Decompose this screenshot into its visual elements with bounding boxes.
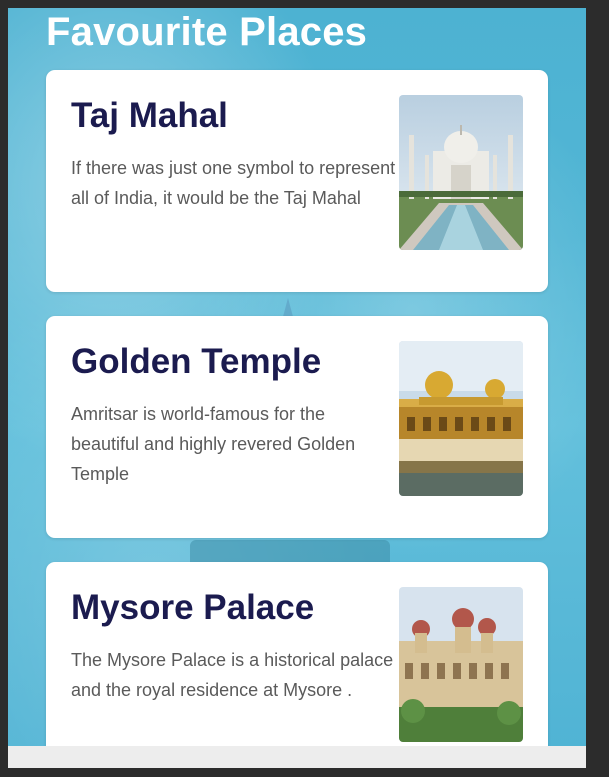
place-description: If there was just one symbol to represen… xyxy=(71,158,396,208)
place-title: Mysore Palace xyxy=(71,588,315,627)
place-card-taj-mahal[interactable]: Taj Mahal If there was just one symbol t… xyxy=(46,70,548,292)
place-title: Taj Mahal xyxy=(71,96,228,135)
page-title: Favourite Places xyxy=(46,10,368,54)
bottom-bar xyxy=(8,746,586,768)
taj-mahal-image xyxy=(399,95,523,250)
place-description: The Mysore Palace is a historical palace… xyxy=(71,650,394,700)
place-card-golden-temple[interactable]: Golden Temple Amritsar is world-famous f… xyxy=(46,316,548,538)
app-window: Favourite Places Taj Mahal If there was … xyxy=(8,8,586,768)
place-card-mysore-palace[interactable]: Mysore Palace The Mysore Palace is a his… xyxy=(46,562,548,768)
place-description: Amritsar is world-famous for the beautif… xyxy=(71,404,356,484)
golden-temple-image xyxy=(399,341,523,496)
mysore-palace-image xyxy=(399,587,523,742)
place-title: Golden Temple xyxy=(71,342,322,381)
